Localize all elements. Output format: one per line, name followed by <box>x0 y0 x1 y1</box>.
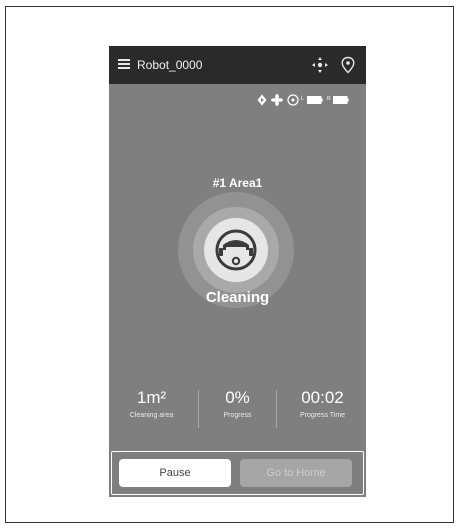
battery-r-icon <box>333 96 349 104</box>
fan-icon <box>271 94 283 106</box>
battery-right-label: R <box>327 96 331 102</box>
battery-l-icon <box>307 96 323 104</box>
stat-value: 0% <box>225 388 250 407</box>
direction-icon <box>257 94 267 106</box>
stat-progress-time: 00:02 Progress Time <box>280 386 365 422</box>
area-label: #1 Area1 <box>212 176 263 190</box>
app-screen: Robot_0000 L R #1 Area1 Cleaning 1m² Cle… <box>109 46 366 497</box>
remote-control-move-icon[interactable] <box>311 56 329 74</box>
stat-value: 00:02 <box>301 388 344 407</box>
robot-vacuum-icon <box>215 229 257 271</box>
status-icon-row: L R <box>109 94 366 108</box>
battery-left-label: L <box>301 96 304 102</box>
stats-panel: 1m² Cleaning area 0% Progress 00:02 Prog… <box>109 386 366 436</box>
top-bar: Robot_0000 <box>109 46 366 84</box>
stat-label: Progress Time <box>299 412 346 419</box>
pause-button[interactable]: Pause <box>119 459 231 487</box>
robot-name-title: Robot_0000 <box>137 58 203 72</box>
hamburger-menu-icon[interactable] <box>118 59 130 69</box>
stat-divider <box>276 390 277 428</box>
robot-state-label: Cleaning <box>205 289 270 306</box>
stat-label: Progress <box>223 412 252 419</box>
action-button-box: Pause Go to Home <box>111 451 364 495</box>
go-to-home-button[interactable]: Go to Home <box>240 459 352 487</box>
stat-value: 1m² <box>136 388 167 407</box>
sensor-icon <box>287 94 299 106</box>
stat-progress: 0% Progress <box>195 386 280 422</box>
location-pin-icon[interactable] <box>340 56 356 74</box>
stat-cleaning-area: 1m² Cleaning area <box>109 386 194 422</box>
stat-label: Cleaning area <box>129 412 174 419</box>
